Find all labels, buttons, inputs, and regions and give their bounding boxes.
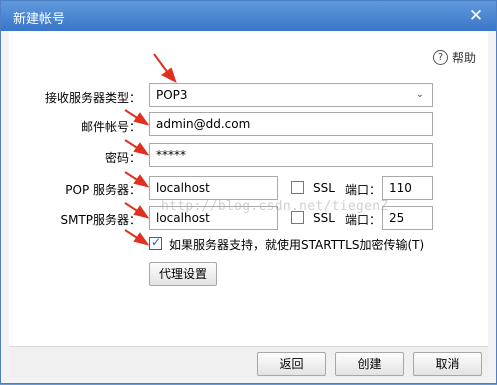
title-bar[interactable]: 新建帐号 ✕ [1,1,496,31]
receive-server-type-label: 接收服务器类型： [44,91,141,105]
pop-port-label: 端口： [345,183,382,197]
close-icon[interactable]: ✕ [466,6,486,26]
pop-server-input[interactable]: localhost [149,176,278,200]
new-account-dialog: 新建帐号 ✕ ? 帮助 接收服务器类型： POP3 ⌄ 邮件帐号： admin@… [0,0,497,384]
smtp-server-input[interactable]: localhost [149,206,278,230]
password-label: 密码： [104,151,141,165]
smtp-server-label: SMTP服务器： [60,213,141,227]
pop-port-input[interactable]: 110 [382,176,433,200]
receive-server-type-value: POP3 [156,88,188,102]
cancel-button[interactable]: 取消 [413,352,482,376]
create-button[interactable]: 创建 [335,352,404,376]
back-button[interactable]: 返回 [257,352,326,376]
help-icon: ? [432,50,448,65]
email-account-input[interactable]: admin@dd.com [149,112,433,136]
dialog-title: 新建帐号 [13,12,66,27]
help-link[interactable]: ? 帮助 [432,49,476,66]
smtp-ssl-checkbox[interactable] [291,211,304,224]
help-label: 帮助 [451,51,476,65]
starttls-checkbox[interactable] [149,235,162,250]
chevron-down-icon: ⌄ [415,89,424,100]
smtp-ssl-label: SSL [313,211,335,225]
email-account-label: 邮件帐号： [80,120,141,134]
pop-ssl-label: SSL [313,181,335,195]
smtp-port-input[interactable]: 25 [382,206,433,230]
starttls-label[interactable]: 如果服务器支持，就使用STARTTLS加密传输(T) [169,236,424,253]
receive-server-type-select[interactable]: POP3 ⌄ [149,83,433,107]
pop-ssl-checkbox[interactable] [291,181,304,194]
smtp-port-label: 端口： [345,213,382,227]
pop-server-label: POP 服务器： [65,183,141,197]
proxy-settings-button[interactable]: 代理设置 [149,262,217,286]
password-input[interactable]: ***** [149,143,433,167]
